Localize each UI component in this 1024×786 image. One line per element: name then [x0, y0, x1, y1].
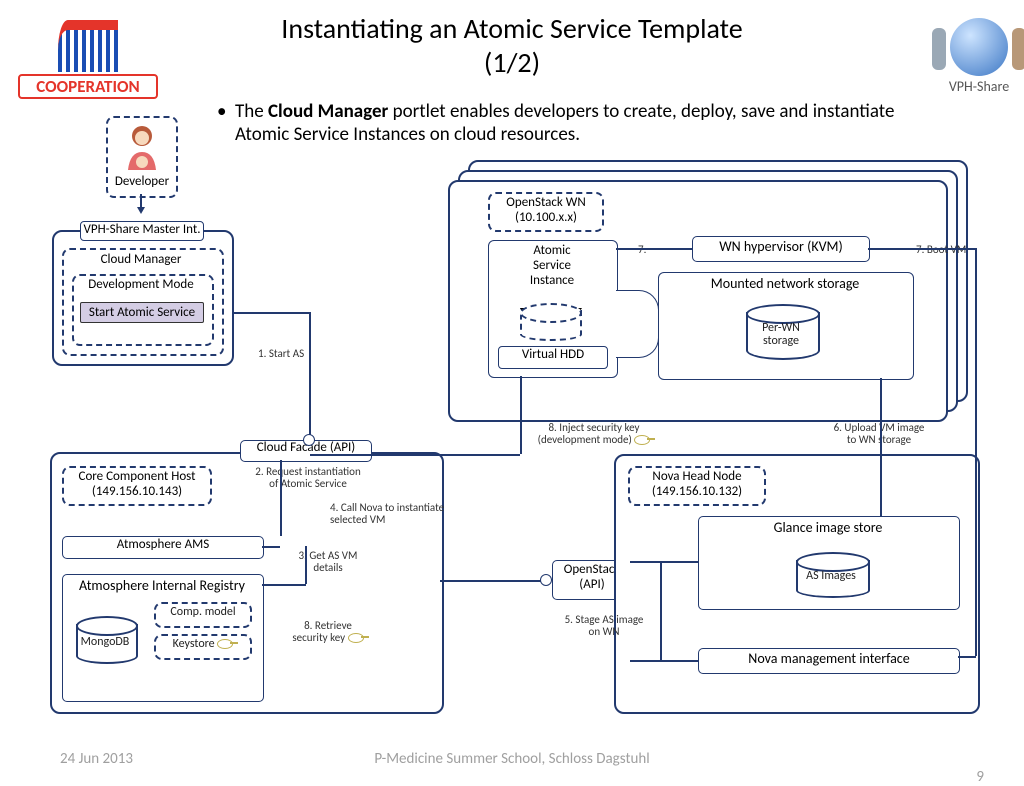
developer-icon	[108, 122, 176, 170]
line-startas-v	[309, 312, 311, 444]
perwn-label: Per-WNstorage	[746, 322, 816, 348]
port-openstack	[540, 574, 552, 586]
atmosphere-registry-label: Atmosphere Internal Registry	[62, 578, 262, 594]
developer-box: Developer	[106, 116, 178, 198]
mongodb-label: MongoDB	[76, 636, 134, 649]
core-host-label: Core Component Host(149.156.10.143)	[62, 466, 212, 506]
cloud-manager-label: Cloud Manager	[62, 253, 220, 268]
port-cloud-facade	[303, 434, 315, 446]
line-api-glance	[630, 561, 698, 563]
line-bootvm-v	[975, 248, 977, 656]
openstack-wn-label: OpenStack WN(10.100.x.x)	[488, 192, 604, 232]
comp-model-box: Comp. model	[154, 602, 252, 628]
line-bootvm-h	[868, 248, 976, 250]
line-to-openstack	[440, 580, 542, 582]
asi-label: AtomicServiceInstance	[488, 244, 616, 289]
key-icon-2	[348, 633, 364, 643]
line-facade-ams-h	[262, 546, 280, 548]
line-api-v	[660, 561, 662, 660]
start-atomic-service-button[interactable]: Start Atomic Service	[80, 302, 204, 323]
step7-label: 7.	[638, 244, 646, 256]
step2-label: 2. Request instantiationof Atomic Servic…	[238, 466, 378, 490]
step7boot-label: 7. Boot VM	[916, 244, 966, 256]
key-icon	[217, 639, 233, 649]
connector-curve	[616, 290, 659, 358]
wn-hypervisor-box: WN hypervisor (KVM)	[692, 236, 870, 262]
key-icon-3	[634, 435, 650, 445]
line-ams-reg-h	[262, 584, 306, 586]
keystore-box: Keystore	[154, 634, 252, 660]
virtual-hdd-cylinder	[520, 308, 582, 341]
vph-share-logo: VPH-Share	[940, 18, 1018, 95]
step5-label: 5. Stage AS imageon WN	[554, 614, 654, 638]
line-upload	[880, 378, 882, 516]
step6-label: 6. Upload VM imageto WN storage	[824, 422, 934, 446]
step8a-label: 8. Retrievesecurity key	[288, 620, 368, 644]
glance-label: Glance image store	[698, 520, 958, 536]
mounted-storage-label: Mounted network storage	[658, 276, 912, 292]
line-ams-reg-v	[305, 546, 307, 584]
dev-mode-label: Development Mode	[72, 278, 210, 293]
nova-mgmt-box: Nova management interface	[698, 648, 960, 674]
nova-head-label: Nova Head Node(149.156.10.132)	[628, 466, 766, 506]
virtual-hdd-box: Virtual HDD	[498, 346, 608, 369]
atmosphere-ams-box: Atmosphere AMS	[62, 536, 264, 559]
slide-footer: 24 Jun 2013 P-Medicine Summer School, Sc…	[0, 750, 1024, 768]
line-api-nova	[630, 660, 698, 662]
arrow-developer	[140, 194, 142, 212]
line-inject-h	[310, 454, 520, 456]
footer-venue: P-Medicine Summer School, Schloss Dagstu…	[0, 750, 1024, 768]
as-images-label: AS Images	[796, 570, 866, 583]
cooperation-logo: COOPERATION	[18, 20, 158, 94]
master-int-title: VPH-Share Master Int.	[80, 221, 204, 241]
line-startas-h	[232, 312, 310, 314]
step1-label: 1. Start AS	[258, 348, 304, 360]
line-asi-hyper	[616, 248, 692, 250]
footer-date: 24 Jun 2013	[60, 750, 133, 768]
line-inject-v	[520, 376, 522, 454]
line-bootvm-b	[958, 656, 976, 658]
step4-label: 4. Call Nova to instantiateselected VM	[330, 502, 470, 526]
line-facade-ams	[280, 460, 282, 536]
step3-label: 3. Get AS VMdetails	[288, 550, 368, 574]
step8b-label: 8. Inject security key(development mode)	[534, 422, 654, 446]
footer-pagenum: 9	[976, 768, 984, 786]
bullet-text: The Cloud Manager portlet enables develo…	[235, 100, 935, 146]
